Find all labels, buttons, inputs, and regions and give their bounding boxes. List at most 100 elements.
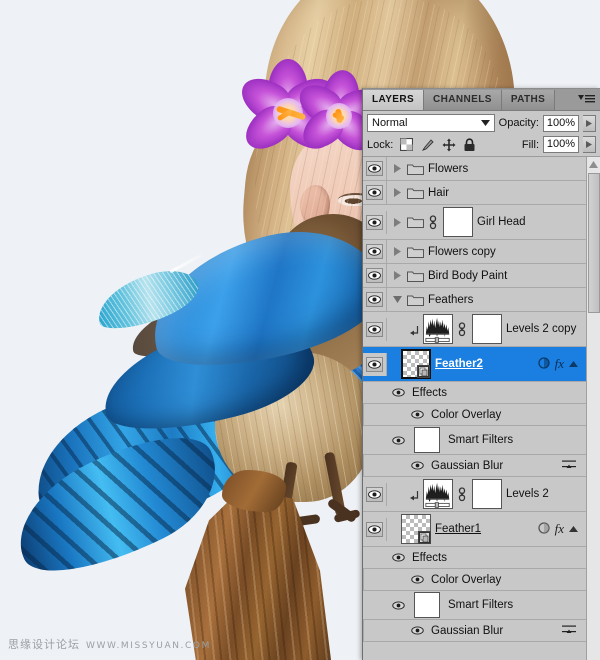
collapse-triangle-icon[interactable] (392, 296, 403, 303)
levels-adjustment-thumbnail[interactable] (423, 479, 453, 509)
clipping-mask-arrow-icon (409, 321, 419, 337)
effects-collapse-triangle-icon[interactable] (569, 360, 578, 369)
eye-icon[interactable] (391, 553, 406, 562)
tab-paths[interactable]: PATHS (502, 90, 555, 110)
smart-filters-row-feather2[interactable]: Smart Filters (363, 426, 586, 455)
link-icon[interactable] (457, 487, 468, 502)
watermark-url: WWW.MISSYUAN.COM (86, 641, 211, 651)
eye-icon[interactable] (391, 601, 406, 610)
expand-triangle-icon[interactable] (392, 188, 403, 197)
eye-icon[interactable] (410, 626, 425, 635)
blend-mode-select[interactable]: Normal (367, 114, 495, 132)
fill-stepper-arrow-icon[interactable] (583, 136, 596, 153)
link-icon[interactable] (457, 322, 468, 337)
eye-icon[interactable] (366, 292, 383, 307)
layer-row-flowers-copy[interactable]: Flowers copy (363, 240, 586, 264)
eye-icon[interactable] (410, 410, 425, 419)
effect-row-color-overlay-feather2[interactable]: Color Overlay (363, 404, 586, 426)
lock-position-icon[interactable] (441, 137, 456, 152)
eye-icon[interactable] (391, 388, 406, 397)
row-body: Levels 2 copy (387, 312, 586, 346)
effect-name: Color Overlay (431, 574, 501, 586)
effects-collapse-triangle-icon[interactable] (569, 525, 578, 534)
expand-triangle-icon[interactable] (392, 271, 403, 280)
filter-row-gaussian-blur-feather1[interactable]: Gaussian Blur (363, 620, 586, 642)
row-body: Feather2 fx (387, 347, 586, 381)
eye-icon[interactable] (391, 436, 406, 445)
folder-icon (407, 186, 424, 200)
layer-row-girl-head[interactable]: Girl Head (363, 205, 586, 240)
fx-icon[interactable]: fx (555, 356, 564, 372)
eye-icon[interactable] (366, 244, 383, 259)
layer-row-feather1[interactable]: Feather1 fx (363, 512, 586, 547)
smart-filter-mask-thumbnail[interactable] (414, 427, 440, 453)
scroll-up-arrow-icon[interactable] (587, 157, 600, 172)
fill-input[interactable]: 100% (543, 136, 579, 153)
levels-adjustment-thumbnail[interactable] (423, 314, 453, 344)
layer-row-bird-body-paint[interactable]: Bird Body Paint (363, 264, 586, 288)
layer-row-feather2[interactable]: Feather2 fx (363, 347, 586, 382)
opacity-stepper-arrow-icon[interactable] (583, 115, 596, 132)
opacity-label: Opacity: (499, 117, 539, 129)
layer-name: Levels 2 copy (506, 323, 576, 335)
link-icon[interactable] (428, 215, 439, 230)
folder-icon (407, 245, 424, 259)
smart-object-thumbnail[interactable] (401, 514, 431, 544)
folder-icon (407, 269, 424, 283)
layer-row-feathers[interactable]: Feathers (363, 288, 586, 312)
effect-row-color-overlay-feather1[interactable]: Color Overlay (363, 569, 586, 591)
eye-icon[interactable] (366, 185, 383, 200)
layer-row-levels-2-copy[interactable]: Levels 2 copy (363, 312, 586, 347)
lock-image-pixels-icon[interactable] (420, 137, 435, 152)
photoshop-screenshot: 思缘设计论坛WWW.MISSYUAN.COM LAYERS CHANNELS P… (0, 0, 600, 660)
filter-row-gaussian-blur-feather2[interactable]: Gaussian Blur (363, 455, 586, 477)
expand-triangle-icon[interactable] (392, 218, 403, 227)
expand-triangle-icon[interactable] (392, 164, 403, 173)
eye-icon[interactable] (366, 357, 383, 372)
lock-transparency-icon[interactable] (399, 137, 414, 152)
filter-settings-icon[interactable] (562, 623, 576, 638)
layer-mask-thumbnail[interactable] (472, 314, 502, 344)
eye-icon[interactable] (366, 268, 383, 283)
layer-name: Levels 2 (506, 488, 549, 500)
srow-body: Gaussian Blur (363, 455, 586, 476)
smart-filters-row-feather1[interactable]: Smart Filters (363, 591, 586, 620)
expand-triangle-icon[interactable] (392, 247, 403, 256)
scrollbar-thumb[interactable] (588, 173, 600, 313)
tab-channels[interactable]: CHANNELS (424, 90, 502, 110)
layer-row-flowers[interactable]: Flowers (363, 157, 586, 181)
filter-settings-icon[interactable] (562, 458, 576, 473)
eye-icon[interactable] (366, 161, 383, 176)
layer-row-hair[interactable]: Hair (363, 181, 586, 205)
eye-icon[interactable] (366, 215, 383, 230)
effects-row-feather2[interactable]: Effects (363, 382, 586, 404)
eye-icon[interactable] (366, 322, 383, 337)
eye-icon[interactable] (366, 522, 383, 537)
layer-name: Bird Body Paint (428, 270, 507, 282)
smart-object-thumbnail[interactable] (401, 349, 431, 379)
layer-mask-thumbnail[interactable] (443, 207, 473, 237)
panel-menu-icon[interactable] (576, 92, 596, 107)
smart-filter-mask-thumbnail[interactable] (414, 592, 440, 618)
layer-style-indicator-icon[interactable] (538, 522, 550, 537)
eye-icon[interactable] (366, 487, 383, 502)
visibility-cell (363, 518, 387, 541)
layer-list-scrollbar[interactable] (586, 157, 600, 660)
fx-icon[interactable]: fx (555, 521, 564, 537)
smart-object-badge-icon (417, 365, 430, 378)
layer-row-levels-2[interactable]: Levels 2 (363, 477, 586, 512)
layer-mask-thumbnail[interactable] (472, 479, 502, 509)
visibility-cell (363, 211, 387, 234)
layer-name: Feather2 (435, 358, 483, 370)
layer-style-indicator-icon[interactable] (538, 357, 550, 372)
eye-icon[interactable] (410, 575, 425, 584)
lock-all-icon[interactable] (462, 137, 477, 152)
opacity-input[interactable]: 100% (543, 115, 579, 132)
tab-layers[interactable]: LAYERS (363, 90, 424, 110)
effects-label: Effects (412, 387, 447, 399)
layers-panel: LAYERS CHANNELS PATHS Normal Opacity: (362, 88, 600, 660)
eye-icon[interactable] (410, 461, 425, 470)
effects-row-feather1[interactable]: Effects (363, 547, 586, 569)
lock-label: Lock: (367, 139, 393, 151)
folder-icon (407, 215, 424, 229)
